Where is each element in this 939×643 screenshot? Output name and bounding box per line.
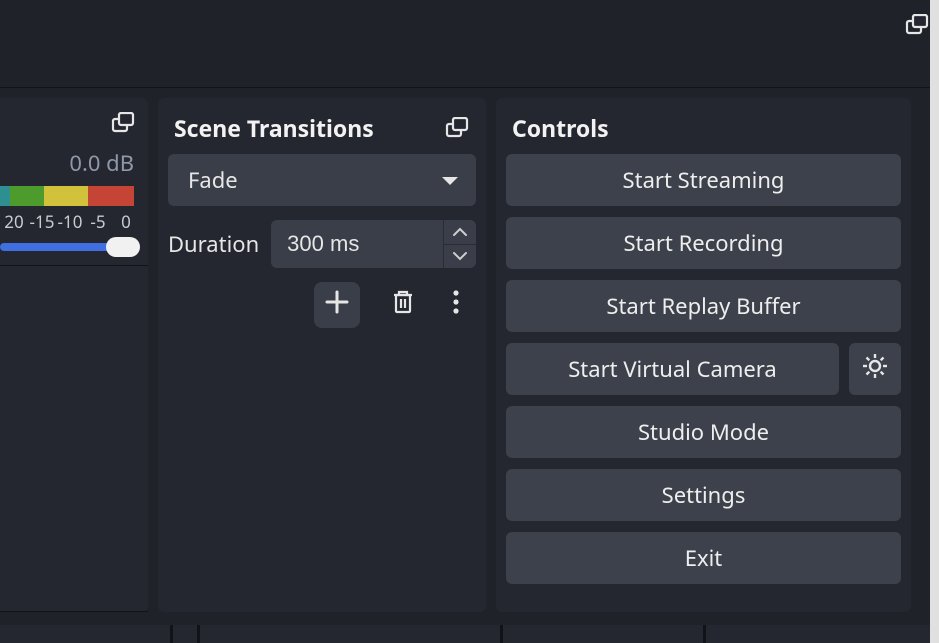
duration-input[interactable]	[271, 220, 443, 268]
start-virtual-camera-button[interactable]: Start Virtual Camera	[506, 343, 839, 395]
status-bar	[0, 625, 930, 643]
audio-mixer-panel: 0.0 dB 20 -15 -10 -5 0	[0, 98, 148, 612]
delete-transition-button[interactable]	[380, 282, 426, 328]
transition-selected-label: Fade	[188, 165, 238, 195]
duration-step-up[interactable]	[444, 220, 476, 245]
caret-down-icon	[440, 173, 460, 187]
transition-select[interactable]: Fade	[168, 154, 476, 206]
meter-ticks: 20 -15 -10 -5 0	[0, 206, 148, 233]
add-transition-button[interactable]	[314, 282, 360, 328]
exit-button[interactable]: Exit	[506, 532, 901, 584]
toolbar-area	[0, 0, 939, 88]
dots-vertical-icon	[452, 289, 460, 321]
settings-button[interactable]: Settings	[506, 469, 901, 521]
popout-icon[interactable]	[904, 14, 930, 36]
duration-spinbox[interactable]	[271, 220, 476, 268]
scene-transitions-panel: Scene Transitions Fade Duration	[158, 98, 486, 612]
start-streaming-button[interactable]: Start Streaming	[506, 154, 901, 206]
gear-icon	[861, 352, 889, 386]
volume-slider[interactable]	[0, 243, 136, 251]
scene-transitions-title: Scene Transitions	[174, 112, 374, 144]
volume-slider-thumb[interactable]	[106, 237, 140, 257]
db-readout: 0.0 dB	[0, 148, 148, 178]
transition-more-button[interactable]	[446, 282, 466, 328]
studio-mode-button[interactable]: Studio Mode	[506, 406, 901, 458]
mixer-lower-area	[0, 265, 148, 612]
virtual-camera-settings-button[interactable]	[849, 343, 901, 395]
popout-icon[interactable]	[110, 112, 136, 134]
start-recording-button[interactable]: Start Recording	[506, 217, 901, 269]
next-panel-popout[interactable]	[910, 0, 930, 643]
plus-icon	[324, 289, 350, 321]
duration-step-down[interactable]	[444, 245, 476, 269]
scrollbar[interactable]	[930, 0, 939, 643]
controls-title: Controls	[512, 112, 609, 144]
controls-panel: Controls Start Streaming Start Recording…	[496, 98, 911, 612]
popout-icon[interactable]	[444, 117, 470, 139]
audio-meter	[0, 186, 136, 206]
duration-label: Duration	[168, 229, 259, 259]
trash-icon	[390, 289, 416, 321]
start-replay-buffer-button[interactable]: Start Replay Buffer	[506, 280, 901, 332]
